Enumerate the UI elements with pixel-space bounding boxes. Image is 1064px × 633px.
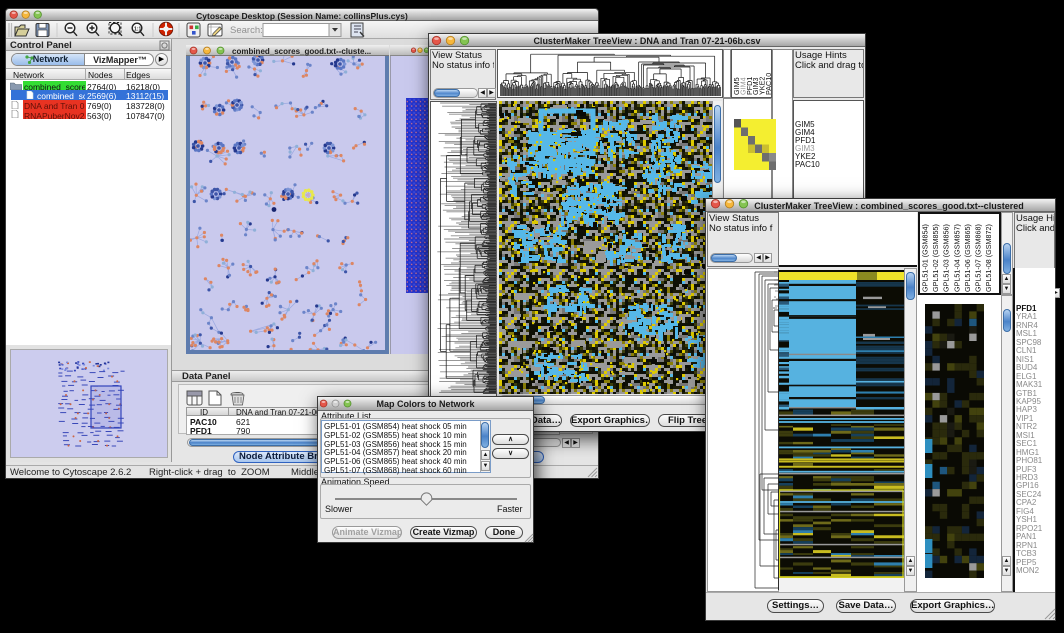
svg-text:GPL51-08 (GSM872): GPL51-08 (GSM872)	[984, 224, 993, 292]
svg-text:GPL51-04 (GSM857): GPL51-04 (GSM857)	[952, 224, 961, 292]
svg-text:GPL51-07 (GSM868): GPL51-07 (GSM868)	[974, 224, 983, 292]
svg-text:GPL51-01 (GSM854): GPL51-01 (GSM854)	[921, 224, 930, 292]
svg-text:GPL51-02 (GSM855): GPL51-02 (GSM855)	[931, 224, 940, 292]
svg-text:GPL51-06 (GSM865): GPL51-06 (GSM865)	[963, 224, 972, 292]
svg-text:GPL51-03 (GSM856): GPL51-03 (GSM856)	[942, 224, 951, 292]
